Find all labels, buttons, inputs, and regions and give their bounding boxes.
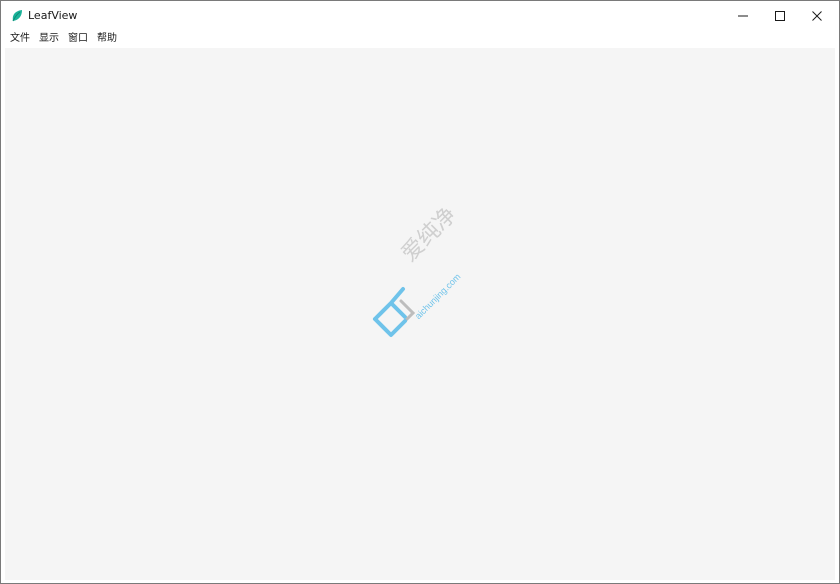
minimize-icon	[738, 15, 748, 16]
menu-help[interactable]: 帮助	[96, 31, 118, 46]
window-title: LeafView	[28, 9, 78, 22]
menu-window[interactable]: 窗口	[67, 31, 89, 46]
app-window: LeafView 文件 显示 窗口 帮助 爱纯净 aichunjing.com	[0, 0, 840, 584]
leaf-icon	[12, 10, 22, 22]
maximize-button[interactable]	[761, 1, 799, 30]
maximize-icon	[775, 10, 785, 21]
menu-file[interactable]: 文件	[9, 31, 31, 46]
close-button[interactable]	[798, 1, 836, 30]
title-bar[interactable]: LeafView	[1, 1, 839, 30]
close-icon	[812, 10, 822, 21]
menu-view[interactable]: 显示	[38, 31, 60, 46]
menu-bar: 文件 显示 窗口 帮助	[1, 30, 839, 48]
minimize-button[interactable]	[724, 1, 762, 30]
